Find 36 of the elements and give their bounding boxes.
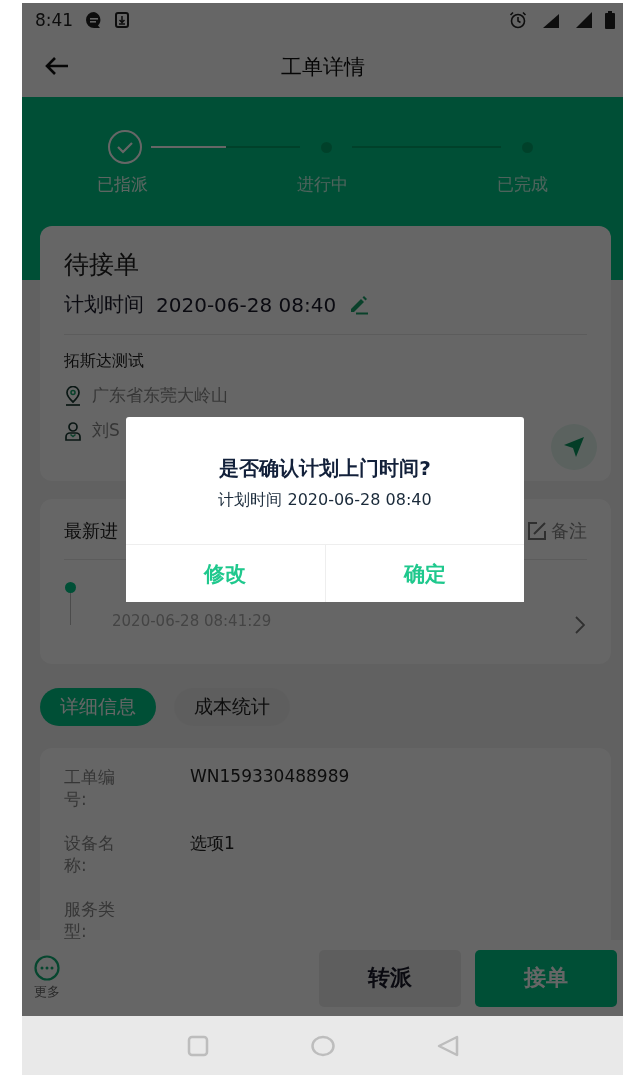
- recents-icon[interactable]: [186, 1034, 209, 1057]
- home-icon[interactable]: [310, 1034, 335, 1057]
- step-label: 已指派: [95, 173, 149, 196]
- more-button[interactable]: 更多: [34, 955, 60, 1001]
- pencil-icon[interactable]: [348, 294, 371, 315]
- download-icon: [115, 11, 130, 28]
- page-title: 工单详情: [280, 53, 365, 81]
- accept-button[interactable]: 接单: [475, 949, 617, 1007]
- back-arrow-icon[interactable]: [44, 56, 70, 76]
- signal-icon: [575, 10, 593, 29]
- navigation-arrow-icon: [563, 436, 585, 458]
- alarm-icon: [509, 10, 527, 29]
- plan-time-label: 计划时间: [64, 291, 144, 318]
- order-status: 待接单: [64, 249, 140, 281]
- person-icon: [64, 420, 82, 441]
- dialog-message: 计划时间 2020-06-28 08:40: [218, 490, 432, 511]
- tab[interactable]: 详细信息: [40, 688, 156, 726]
- edit-icon: [527, 521, 547, 541]
- detail-value: WN159330488989: [190, 766, 350, 788]
- customer-name: 拓斯达测试: [64, 351, 145, 372]
- dialog-title: 是否确认计划上门时间?: [219, 455, 431, 482]
- step-label: 进行中: [296, 173, 349, 196]
- chevron-right-icon[interactable]: [575, 616, 585, 634]
- detail-value: 选项1: [190, 832, 235, 855]
- timeline-marker: [64, 582, 76, 625]
- navigate-button[interactable]: [551, 424, 597, 470]
- more-icon: [34, 955, 60, 981]
- progress-title: 最新进: [64, 519, 118, 543]
- location-pin-icon: [64, 385, 82, 406]
- status-time: 8:41: [35, 9, 74, 30]
- plan-time-value: 2020-06-28 08:40: [156, 292, 337, 317]
- transfer-button[interactable]: 转派: [319, 949, 461, 1007]
- back-icon[interactable]: [436, 1034, 459, 1057]
- confirm-button[interactable]: 确定: [324, 545, 524, 602]
- battery-icon: [605, 10, 615, 29]
- step-label: 已完成: [496, 173, 550, 196]
